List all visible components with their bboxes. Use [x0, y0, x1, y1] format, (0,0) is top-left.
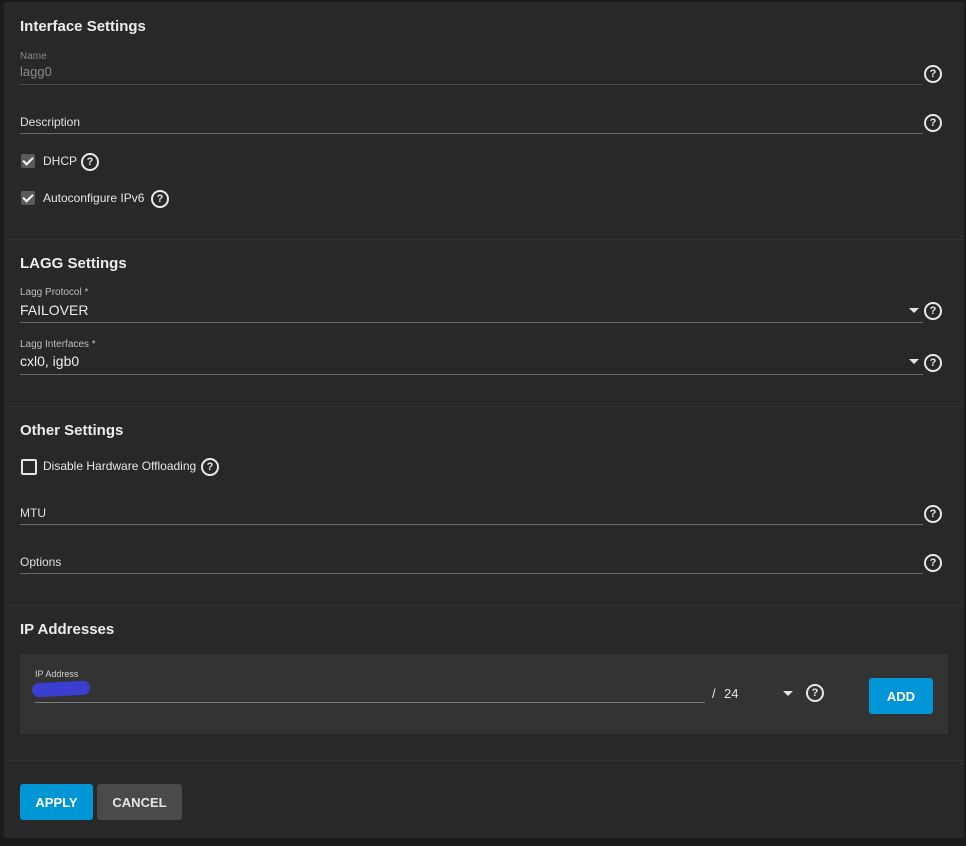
ip-addresses-title: IP Addresses [20, 621, 115, 638]
ip-address-field[interactable] [35, 702, 705, 703]
disable-hardware-offloading-checkbox[interactable] [21, 459, 37, 475]
autoconfigure-ipv6-label: Autoconfigure IPv6 [43, 191, 145, 205]
dhcp-checkbox[interactable] [21, 154, 35, 168]
name-field-underline [20, 84, 923, 85]
netmask-separator: / [712, 686, 716, 701]
help-circle-icon[interactable]: ? [151, 190, 169, 208]
help-circle-icon[interactable]: ? [924, 505, 942, 523]
description-field-underline [20, 133, 923, 134]
lagg-protocol-label: Lagg Protocol * [20, 287, 89, 298]
help-circle-icon[interactable]: ? [806, 684, 824, 702]
mtu-field-underline [20, 524, 923, 525]
add-ip-button[interactable]: ADD [869, 678, 933, 714]
lagg-interfaces-select[interactable]: cxl0, igb0 [20, 353, 79, 369]
help-circle-icon[interactable]: ? [924, 302, 942, 320]
netmask-select[interactable]: 24 [724, 686, 738, 701]
mtu-field[interactable]: MTU [20, 506, 46, 520]
section-divider [8, 406, 964, 407]
apply-button[interactable]: APPLY [20, 784, 93, 820]
lagg-settings-title: LAGG Settings [20, 255, 127, 272]
section-divider [8, 239, 964, 240]
dhcp-label: DHCP [43, 154, 78, 168]
chevron-down-icon[interactable] [909, 308, 919, 313]
name-field: lagg0 [20, 64, 52, 79]
chevron-down-icon[interactable] [783, 691, 793, 696]
help-circle-icon[interactable]: ? [924, 554, 942, 572]
cancel-button[interactable]: CANCEL [97, 784, 182, 820]
other-settings-title: Other Settings [20, 422, 124, 439]
help-circle-icon[interactable]: ? [924, 114, 942, 132]
help-circle-icon[interactable]: ? [201, 458, 219, 476]
interface-form-card: Interface Settings Name lagg0 ? Descript… [4, 2, 964, 838]
lagg-protocol-select[interactable]: FAILOVER [20, 302, 88, 318]
options-field[interactable]: Options [20, 555, 61, 569]
section-divider [8, 605, 964, 606]
ip-address-label: IP Address [35, 669, 79, 679]
lagg-interfaces-underline [20, 374, 923, 375]
disable-hardware-offloading-label: Disable Hardware Offloading [43, 459, 197, 473]
help-circle-icon[interactable]: ? [81, 153, 99, 171]
lagg-interfaces-label: Lagg Interfaces * [20, 339, 96, 350]
name-label: Name [20, 51, 47, 62]
autoconfigure-ipv6-checkbox[interactable] [21, 191, 35, 205]
help-circle-icon[interactable]: ? [924, 354, 942, 372]
interface-settings-title: Interface Settings [20, 18, 146, 35]
help-circle-icon[interactable]: ? [924, 65, 942, 83]
lagg-protocol-underline [20, 322, 923, 323]
description-field[interactable]: Description [20, 115, 80, 129]
section-divider [8, 760, 964, 761]
options-field-underline [20, 573, 923, 574]
chevron-down-icon[interactable] [909, 359, 919, 364]
